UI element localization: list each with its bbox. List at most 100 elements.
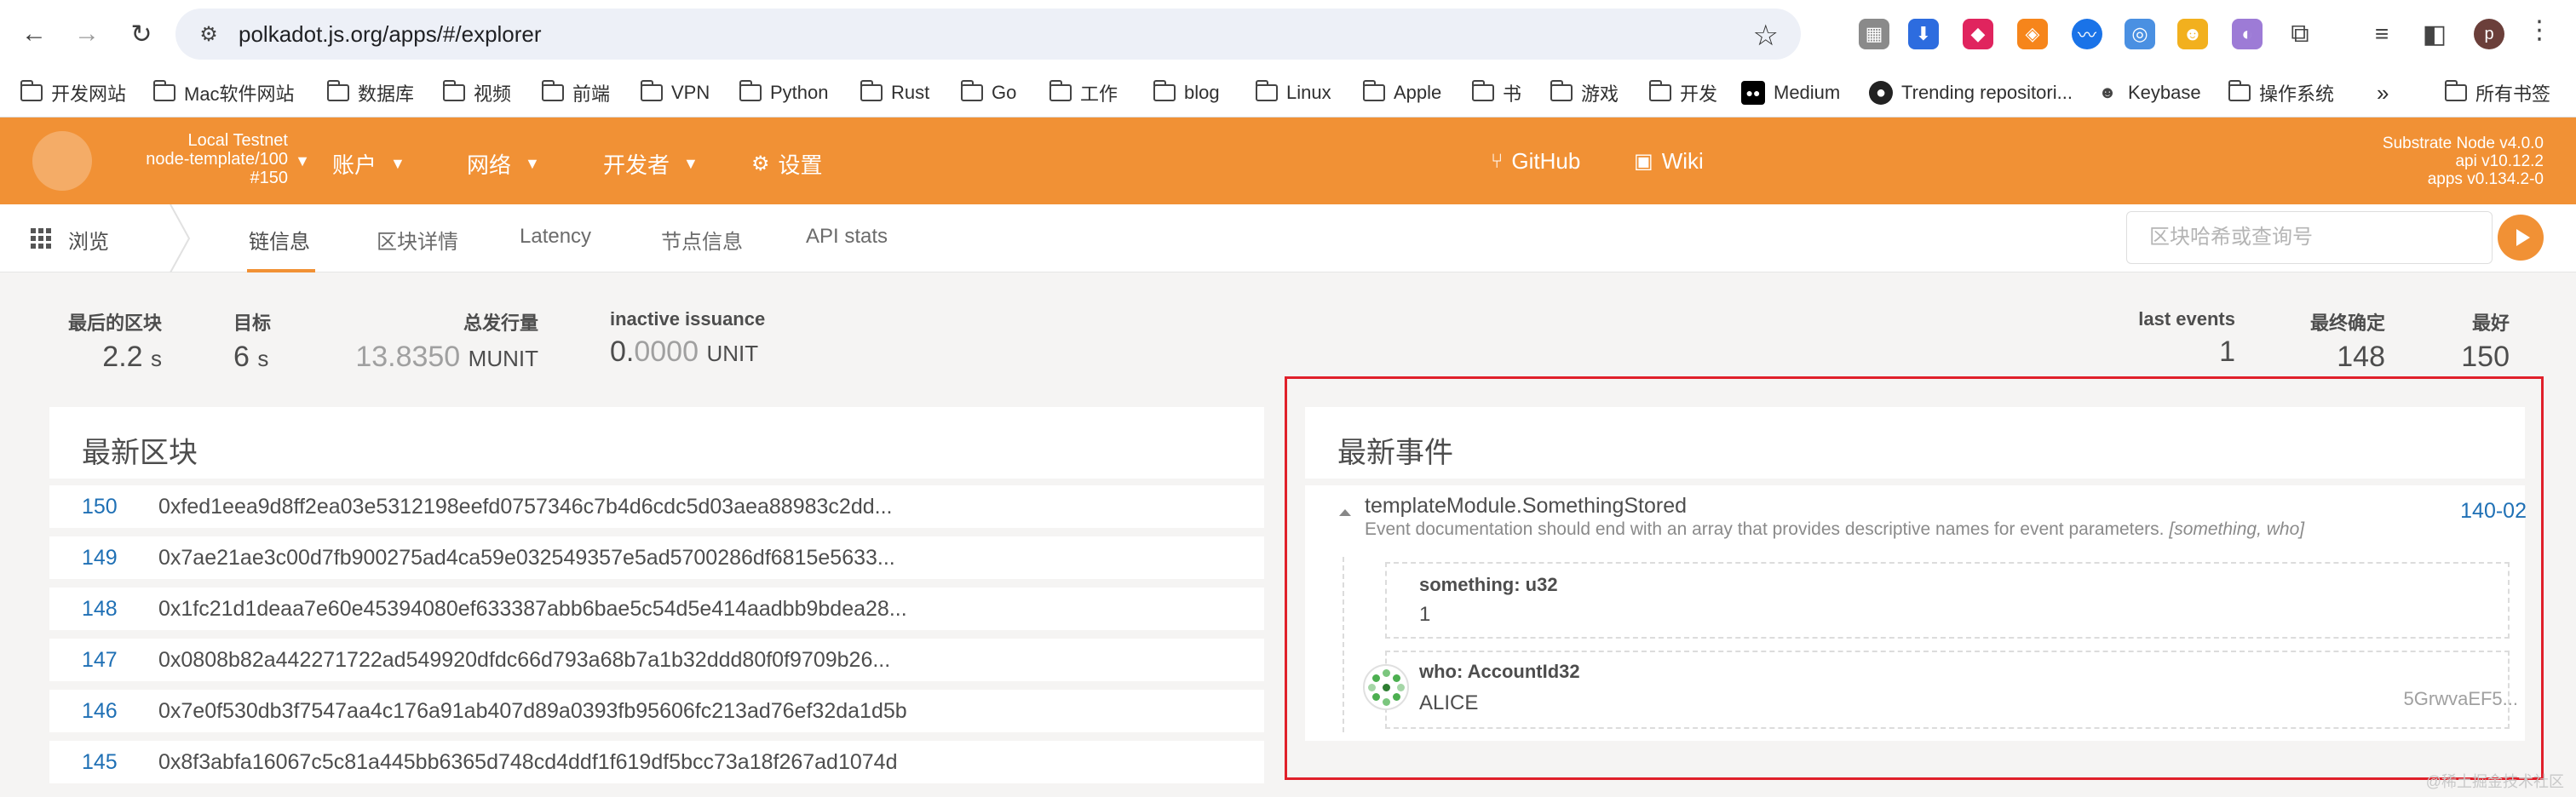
gear-icon: ⚙ bbox=[751, 152, 770, 175]
stat-last-block: 最后的区块 2.2 s bbox=[68, 312, 163, 373]
folder-icon bbox=[1471, 80, 1494, 101]
bookmark-folder[interactable]: VPN bbox=[640, 80, 710, 106]
extension-ghost-icon[interactable]: ◐ bbox=[2232, 19, 2263, 49]
extension-tabs-icon[interactable]: ▦ bbox=[1859, 19, 1889, 49]
extension-download-icon[interactable]: ⬇ bbox=[1908, 19, 1939, 49]
bookmark-folder[interactable]: 前端 bbox=[541, 80, 610, 106]
block-number-link[interactable]: 146 bbox=[49, 699, 131, 724]
book-icon: ▣ bbox=[1634, 150, 1653, 173]
tab-block-details[interactable]: 区块详情 bbox=[377, 225, 458, 255]
bookmark-folder[interactable]: Mac软件网站 bbox=[152, 80, 295, 106]
folder-icon bbox=[442, 80, 465, 101]
stat-finalized: 最终确定 148 bbox=[2309, 312, 2385, 373]
bookmark-folder[interactable]: 书 bbox=[1471, 80, 1521, 106]
reload-icon[interactable]: ↻ bbox=[124, 17, 158, 51]
link-github[interactable]: ⑂ GitHub bbox=[1491, 148, 1580, 175]
chain-node: node-template/100 bbox=[146, 150, 288, 169]
extension-translate-icon[interactable]: ◎ bbox=[2125, 19, 2155, 49]
block-search-input[interactable] bbox=[2126, 211, 2493, 264]
browser-menu-icon[interactable]: ⋮ bbox=[2527, 15, 2552, 45]
chain-block: #150 bbox=[250, 169, 289, 187]
bookmark-folder[interactable]: Python bbox=[739, 80, 829, 106]
bookmark-folder[interactable]: blog bbox=[1153, 80, 1220, 106]
stat-last-events: last events 1 bbox=[2138, 308, 2235, 368]
bookmark-folder[interactable]: 开发 bbox=[1648, 80, 1717, 106]
block-row: 149 0x7ae21ae3c00d7fb900275ad4ca59e032549… bbox=[49, 531, 1264, 579]
highlight-box bbox=[1285, 376, 2544, 780]
folder-icon bbox=[1362, 80, 1385, 101]
site-settings-icon[interactable]: ⚙ bbox=[196, 21, 221, 47]
block-hash: 0x8f3abfa16067c5c81a445bb6365d748cd4ddf1… bbox=[158, 749, 898, 774]
bookmark-folder[interactable]: Rust bbox=[860, 80, 929, 106]
extension-metamask-icon[interactable]: ◈ bbox=[2017, 19, 2048, 49]
folder-icon bbox=[2228, 80, 2251, 101]
bookmark-keybase[interactable]: ☻ Keybase bbox=[2096, 80, 2200, 106]
profile-avatar[interactable]: p bbox=[2474, 19, 2504, 49]
bookmark-folder[interactable]: 操作系统 bbox=[2228, 80, 2334, 106]
menu-settings[interactable]: ⚙ 设置 bbox=[751, 148, 823, 180]
bookmark-folder[interactable]: 游戏 bbox=[1550, 80, 1619, 106]
chevron-down-icon: ▼ bbox=[390, 155, 405, 172]
bookmark-folder[interactable]: 开发网站 bbox=[20, 80, 126, 106]
search-go-button[interactable] bbox=[2498, 215, 2544, 261]
extensions-puzzle-icon[interactable]: ⧉ bbox=[2285, 19, 2315, 49]
folder-icon bbox=[1255, 80, 1278, 101]
branch-icon: ⑂ bbox=[1491, 149, 1504, 173]
stat-target: 目标 6 s bbox=[233, 312, 272, 373]
bookmark-github-trending[interactable]: ● Trending repositori... bbox=[1869, 80, 2073, 106]
block-hash: 0xfed1eea9d8ff2ea03e5312198eefd0757346c7… bbox=[158, 494, 893, 519]
folder-icon bbox=[541, 80, 564, 101]
bookmark-folder[interactable]: 视频 bbox=[442, 80, 511, 106]
extension-pocket-icon[interactable]: ◆ bbox=[1963, 19, 1993, 49]
chain-selector[interactable]: Local Testnet node-template/100 #150 ▼ bbox=[109, 131, 310, 187]
block-number-link[interactable]: 148 bbox=[49, 597, 131, 622]
chevron-down-icon: ▼ bbox=[683, 155, 699, 172]
address-bar[interactable]: ⚙ polkadot.js.org/apps/#/explorer ☆ bbox=[175, 9, 1801, 60]
back-arrow-icon[interactable]: ← bbox=[17, 17, 51, 51]
version-info: Substrate Node v4.0.0 api v10.12.2 apps … bbox=[2382, 135, 2544, 188]
bookmarks-overflow-icon[interactable]: » bbox=[2377, 80, 2389, 106]
bookmark-folder[interactable]: 数据库 bbox=[326, 80, 414, 106]
forward-arrow-icon[interactable]: → bbox=[70, 17, 104, 51]
block-number-link[interactable]: 145 bbox=[49, 750, 131, 775]
chevron-down-icon: ▼ bbox=[525, 155, 540, 172]
block-number-link[interactable]: 147 bbox=[49, 648, 131, 673]
bookmark-folder[interactable]: Apple bbox=[1362, 80, 1441, 106]
block-hash: 0x0808b82a442271722ad549920dfdc66d793a68… bbox=[158, 647, 891, 672]
block-hash: 0x1fc21d1deaa7e60e45394080ef633387abb6ba… bbox=[158, 596, 907, 621]
url-text[interactable]: polkadot.js.org/apps/#/explorer bbox=[239, 21, 542, 48]
recent-blocks-header: 最新区块 bbox=[49, 407, 1264, 479]
folder-icon bbox=[326, 80, 349, 101]
bookmark-all[interactable]: 所有书签 bbox=[2444, 80, 2550, 106]
tab-latency[interactable]: Latency bbox=[520, 225, 591, 249]
bookmark-star-icon[interactable]: ☆ bbox=[1753, 19, 1779, 53]
block-number-link[interactable]: 150 bbox=[49, 495, 131, 519]
block-number-link[interactable]: 149 bbox=[49, 546, 131, 571]
tab-node-info[interactable]: 节点信息 bbox=[661, 225, 743, 255]
extension-user-icon[interactable]: ☻ bbox=[2177, 19, 2208, 49]
github-icon: ● bbox=[1869, 81, 1893, 105]
tab-api-stats[interactable]: API stats bbox=[806, 225, 888, 249]
folder-icon bbox=[1550, 80, 1573, 101]
menu-network[interactable]: 网络 ▼ bbox=[467, 148, 540, 180]
folder-icon bbox=[960, 80, 983, 101]
side-panel-icon[interactable]: ◧ bbox=[2419, 19, 2450, 49]
separator-chevron-icon bbox=[170, 204, 191, 272]
extension-wave-icon[interactable]: 〰 bbox=[2072, 19, 2102, 49]
bookmark-medium[interactable]: ●● Medium bbox=[1741, 80, 1840, 106]
reading-list-icon[interactable]: ≡ bbox=[2366, 19, 2397, 49]
bookmarks-bar: 开发网站 Mac软件网站 数据库 视频 前端 VPN Python Rust G… bbox=[0, 68, 2576, 118]
menu-developer[interactable]: 开发者 ▼ bbox=[603, 148, 699, 180]
chain-name: Local Testnet bbox=[187, 131, 289, 150]
tab-chain-info[interactable]: 链信息 bbox=[249, 225, 310, 255]
bookmark-folder[interactable]: 工作 bbox=[1049, 80, 1118, 106]
block-row: 150 0xfed1eea9d8ff2ea03e5312198eefd075734… bbox=[49, 480, 1264, 528]
stat-best: 最好 150 bbox=[2461, 312, 2510, 373]
bookmark-folder[interactable]: Linux bbox=[1255, 80, 1331, 106]
menu-accounts[interactable]: 账户 ▼ bbox=[332, 148, 405, 180]
folder-icon bbox=[2444, 80, 2467, 101]
block-row: 145 0x8f3abfa16067c5c81a445bb6365d748cd4d… bbox=[49, 736, 1264, 783]
chain-logo[interactable] bbox=[32, 131, 92, 191]
bookmark-folder[interactable]: Go bbox=[960, 80, 1016, 106]
link-wiki[interactable]: ▣ Wiki bbox=[1634, 148, 1704, 175]
